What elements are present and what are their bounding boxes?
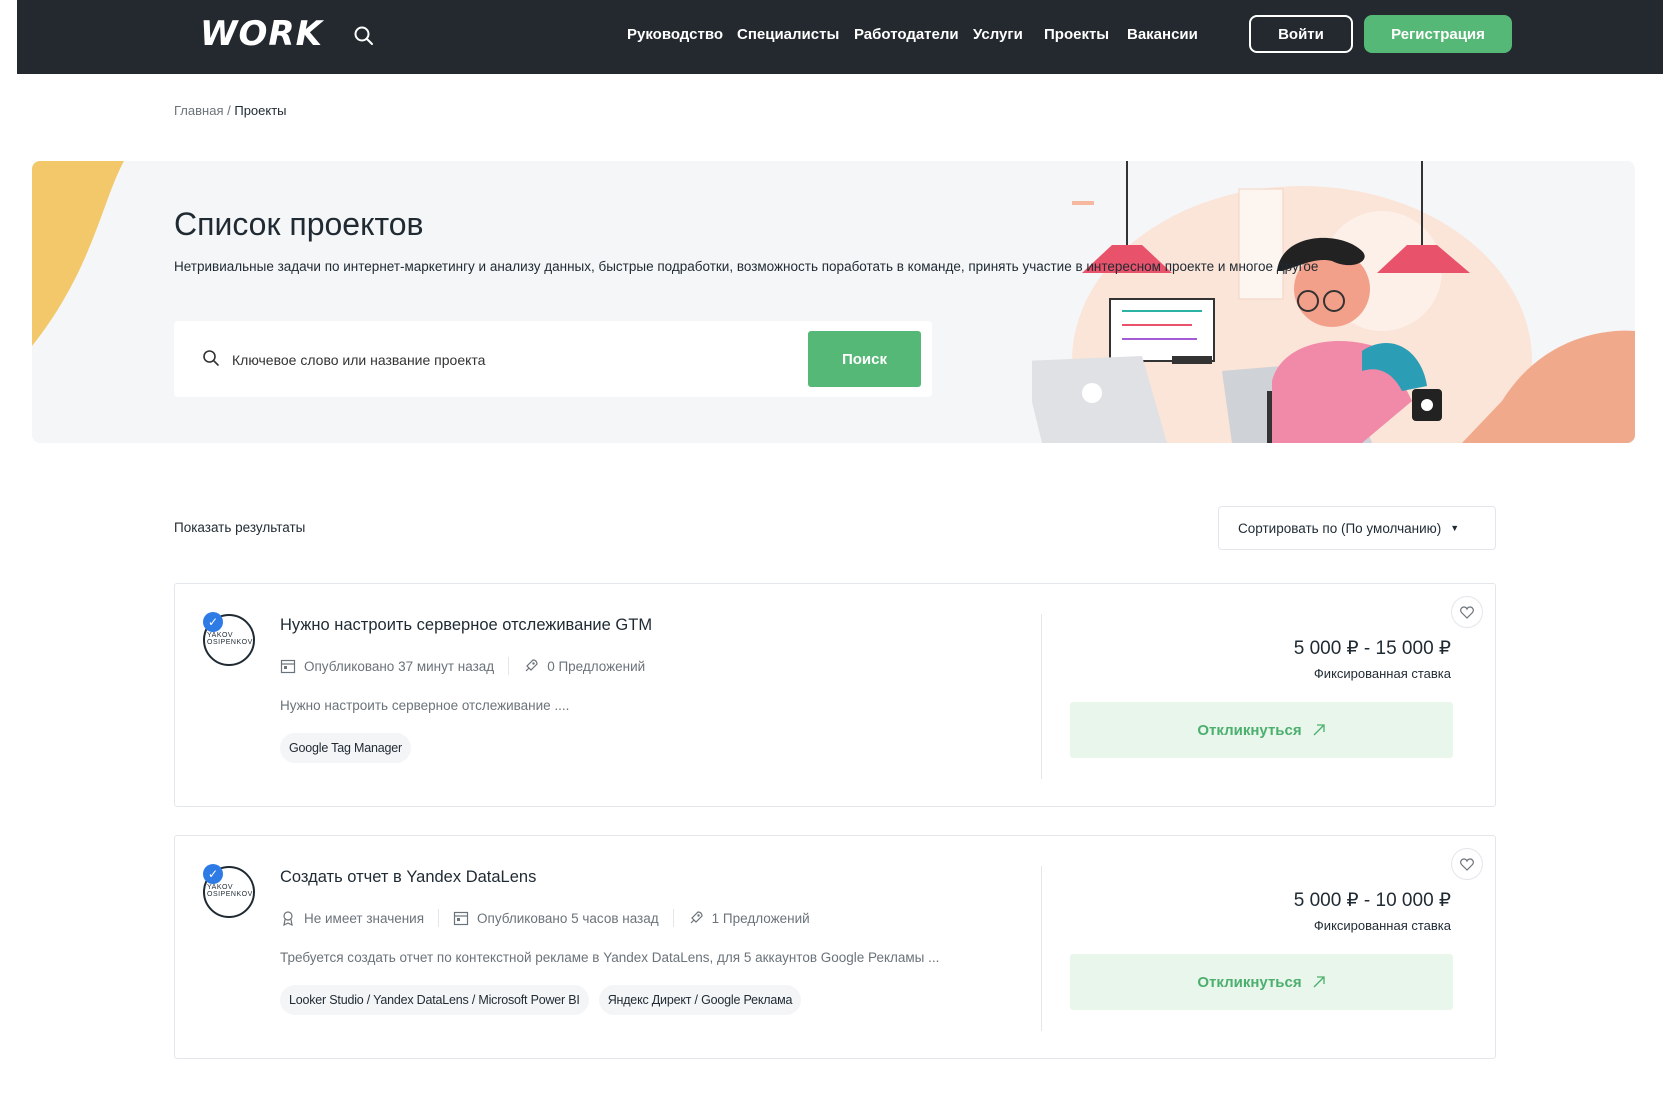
card-divider [1041,866,1042,1031]
apply-button[interactable]: Откликнуться [1070,954,1453,1010]
top-navigation-bar: WORK Руководство Специалисты Работодател… [17,0,1663,74]
verified-check-icon: ✓ [203,864,223,884]
search-icon[interactable] [353,25,375,47]
skill-tags: Looker Studio / Yandex DataLens / Micros… [280,985,811,1015]
arrow-up-right-icon [1313,976,1325,988]
page-subtitle: Нетривиальные задачи по интернет-маркети… [174,259,1319,274]
experience-level: Не имеет значения [304,910,425,926]
apply-button[interactable]: Откликнуться [1070,702,1453,758]
meta-divider [438,909,440,927]
project-title[interactable]: Нужно настроить серверное отслеживание G… [280,616,652,635]
breadcrumb-separator: / [227,103,231,118]
search-button[interactable]: Поиск [808,331,921,387]
register-button[interactable]: Регистрация [1364,15,1512,53]
results-label: Показать результаты [174,520,306,535]
published-time: Опубликовано 37 минут назад [304,658,495,674]
favorite-heart-icon[interactable] [1451,848,1483,880]
nav-item-projects[interactable]: Проекты [1044,26,1109,43]
project-card[interactable]: YAKOV OSIPENKOV ✓ Создать отчет в Yandex… [174,835,1496,1059]
price-range: 5 000 ₽ - 15 000 ₽ [1293,638,1451,659]
project-description: Требуется создать отчет по контекстной р… [280,950,940,965]
apply-button-label: Откликнуться [1197,973,1302,991]
search-input[interactable] [232,343,792,377]
arrow-up-right-icon [1313,724,1325,736]
project-meta: Опубликовано 37 минут назад 0 Предложени… [280,657,645,675]
search-icon [203,350,219,366]
breadcrumb-current: Проекты [234,103,287,118]
rocket-icon [690,911,703,924]
nav-item-specialists[interactable]: Специалисты [737,26,839,43]
calendar-icon [453,911,469,926]
login-button[interactable]: Войти [1249,15,1353,53]
caret-down-icon: ▼ [1450,523,1460,533]
skill-tags: Google Tag Manager [280,733,421,763]
meta-divider [672,909,674,927]
project-meta: Не имеет значения Опубликовано 5 часов н… [280,909,810,927]
nav-item-services[interactable]: Услуги [973,26,1023,43]
rocket-icon [525,659,538,672]
verified-check-icon: ✓ [203,612,223,632]
skill-tag[interactable]: Google Tag Manager [280,733,411,763]
skill-tag[interactable]: Яндекс Директ / Google Реклама [598,985,802,1015]
project-description: Нужно настроить серверное отслеживание .… [280,698,570,713]
sort-dropdown-label: Сортировать по (По умолчанию) [1238,520,1442,536]
proposals-count: 1 Предложений [711,910,810,926]
breadcrumb: Главная / Проекты [174,103,287,118]
site-logo[interactable]: WORK [200,14,323,54]
skill-tag[interactable]: Looker Studio / Yandex DataLens / Micros… [280,985,589,1015]
project-card[interactable]: YAKOV OSIPENKOV ✓ Нужно настроить сервер… [174,583,1496,807]
sort-dropdown[interactable]: Сортировать по (По умолчанию) ▼ [1218,506,1496,550]
hero-banner: Список проектов Нетривиальные задачи по … [32,161,1635,443]
rate-type: Фиксированная ставка [1313,918,1451,933]
badge-icon [283,911,293,926]
proposals-count: 0 Предложений [547,658,646,674]
nav-item-vacancies[interactable]: Вакансии [1127,26,1198,43]
project-search-box: Поиск [174,321,932,397]
page-title: Список проектов [174,206,424,242]
avatar-text: YAKOV OSIPENKOV [207,632,253,646]
hero-illustration [1032,161,1635,443]
hero-yellow-shape [32,161,124,346]
apply-button-label: Откликнуться [1197,721,1302,739]
meta-divider [508,657,510,675]
nav-item-employers[interactable]: Работодатели [854,26,959,43]
favorite-heart-icon[interactable] [1451,596,1483,628]
project-title[interactable]: Создать отчет в Yandex DataLens [280,868,536,887]
avatar-text: YAKOV OSIPENKOV [207,884,253,898]
nav-item-guide[interactable]: Руководство [627,26,723,43]
price-range: 5 000 ₽ - 10 000 ₽ [1293,890,1451,911]
calendar-icon [280,659,296,674]
card-divider [1041,614,1042,779]
breadcrumb-home-link[interactable]: Главная [174,103,223,118]
published-time: Опубликовано 5 часов назад [477,910,659,926]
rate-type: Фиксированная ставка [1313,666,1451,681]
